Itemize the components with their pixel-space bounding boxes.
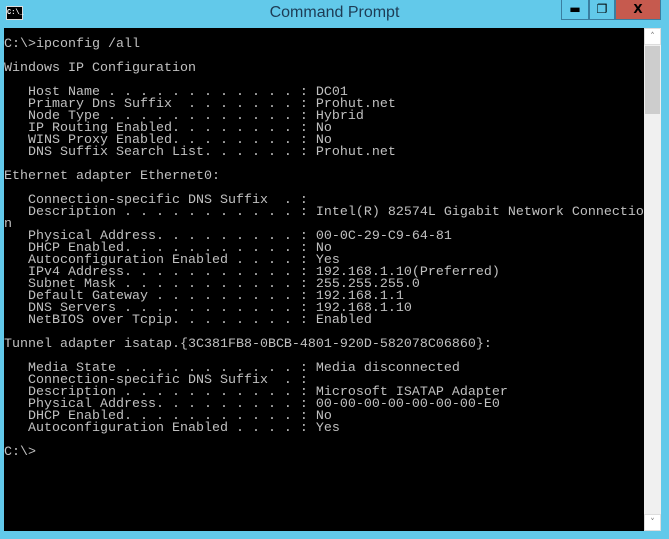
title-bar[interactable]: C:\_ Command Prompt ▬ ❐ X (0, 0, 669, 28)
console-line: C:\> (4, 445, 36, 460)
console-line: NetBIOS over Tcpip. . . . . . . . : Enab… (4, 313, 372, 328)
maximize-button[interactable]: ❐ (589, 0, 615, 20)
console-line: Autoconfiguration Enabled . . . . : Yes (4, 421, 340, 436)
minimize-button[interactable]: ▬ (561, 0, 589, 20)
console-line: Description . . . . . . . . . . . : Inte… (4, 205, 644, 220)
close-button[interactable]: X (615, 0, 661, 20)
console-line: Tunnel adapter isatap.{3C381FB8-0BCB-480… (4, 337, 492, 352)
console-line: DNS Suffix Search List. . . . . . : Proh… (4, 145, 396, 160)
console-line: Windows IP Configuration (4, 61, 196, 76)
scroll-thumb[interactable] (645, 46, 660, 114)
scroll-down-arrow-icon[interactable]: ˅ (644, 514, 661, 531)
console-line: Ethernet adapter Ethernet0: (4, 169, 220, 184)
console-line: C:\>ipconfig /all (4, 37, 140, 52)
console-output[interactable]: C:\>ipconfig /all Windows IP Configuratio… (4, 28, 644, 531)
vertical-scrollbar[interactable]: ˄ ˅ (644, 28, 661, 531)
console-lines: C:\>ipconfig /all Windows IP Configuratio… (4, 37, 644, 460)
scroll-up-arrow-icon[interactable]: ˄ (644, 28, 661, 45)
